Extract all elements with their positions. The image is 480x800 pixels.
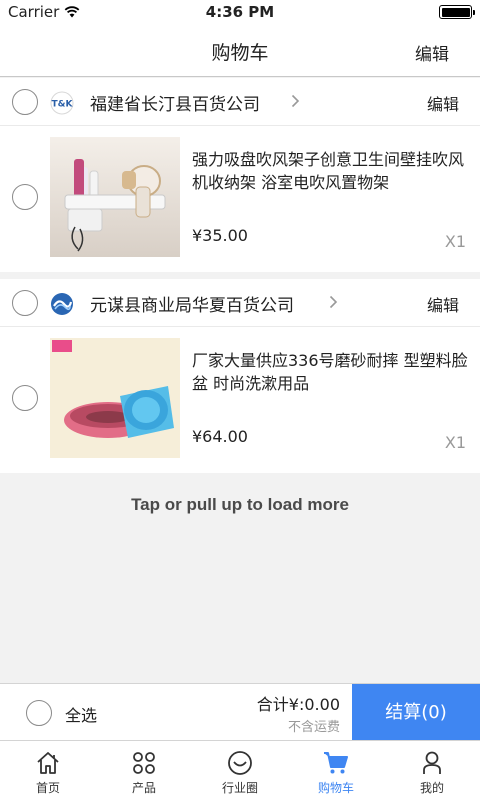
shop-name[interactable]: 福建省长汀县百货公司 xyxy=(90,90,260,115)
shop-header: T&K 福建省长汀县百货公司 编辑 xyxy=(0,78,480,126)
chevron-right-icon[interactable] xyxy=(329,295,338,309)
tab-cart[interactable]: 购物车 xyxy=(288,741,384,800)
load-more-button[interactable]: Tap or pull up to load more xyxy=(0,495,480,515)
shop-card: T&K 福建省长汀县百货公司 编辑 强力吸盘吹风架子创意卫生间壁挂吹风机收纳架 … xyxy=(0,78,480,272)
shop-card: 元谋县商业局华夏百货公司 编辑 厂家大量供应336号磨砂耐摔 型塑料脸盆 时尚洗… xyxy=(0,279,480,473)
tab-label: 产品 xyxy=(131,781,156,795)
checkout-bar: 全选 合计¥:0.00 不含运费 结算(0) xyxy=(0,683,480,741)
shop-select-radio[interactable] xyxy=(12,290,38,316)
item-select-radio[interactable] xyxy=(12,184,38,210)
tab-label: 行业圈 xyxy=(221,781,258,795)
select-all-radio[interactable] xyxy=(26,700,52,726)
chevron-right-icon[interactable] xyxy=(291,94,300,108)
status-time: 4:36 PM xyxy=(205,3,275,21)
tab-label: 购物车 xyxy=(317,781,354,795)
svg-text:T&K: T&K xyxy=(52,100,74,110)
tab-profile[interactable]: 我的 xyxy=(384,741,480,800)
product-quantity: X1 xyxy=(444,232,466,251)
status-bar: Carrier 4:36 PM xyxy=(0,0,480,24)
product-title[interactable]: 强力吸盘吹风架子创意卫生间壁挂吹风机收纳架 浴室电吹风置物架 xyxy=(192,148,472,194)
product-image-plastic-basin[interactable] xyxy=(50,338,180,458)
products-icon xyxy=(133,752,155,774)
checkout-button[interactable]: 结算(0) xyxy=(352,684,480,741)
tab-home[interactable]: 首页 xyxy=(0,741,96,800)
edit-cart-button[interactable]: 编辑 xyxy=(415,40,449,65)
battery-icon xyxy=(439,5,475,19)
nav-bar: 购物车 编辑 xyxy=(0,24,480,77)
shipping-note: 不含运费 xyxy=(287,720,340,735)
cart-item: 厂家大量供应336号磨砂耐摔 型塑料脸盆 时尚洗漱用品 ¥64.00 X1 xyxy=(0,327,480,473)
shop-edit-button[interactable]: 编辑 xyxy=(427,292,459,316)
tab-label: 我的 xyxy=(419,781,444,795)
page-title: 购物车 xyxy=(211,42,269,64)
tab-products[interactable]: 产品 xyxy=(96,741,192,800)
user-icon xyxy=(423,751,441,774)
total-price: 合计¥:0.00 xyxy=(256,695,340,714)
shop-logo-tk-icon: T&K xyxy=(50,91,74,115)
tab-bar: 首页 产品 行业圈 购物车 我的 xyxy=(0,740,480,800)
shop-edit-button[interactable]: 编辑 xyxy=(427,91,459,115)
item-select-radio[interactable] xyxy=(12,385,38,411)
shop-select-radio[interactable] xyxy=(12,89,38,115)
home-icon xyxy=(37,752,59,774)
shop-logo-wave-icon xyxy=(51,293,73,315)
tab-label: 首页 xyxy=(35,781,60,795)
product-image-hair-dryer-holder[interactable] xyxy=(50,137,180,257)
shop-name[interactable]: 元谋县商业局华夏百货公司 xyxy=(90,291,294,316)
product-price: ¥35.00 xyxy=(192,226,248,245)
product-price: ¥64.00 xyxy=(192,427,248,446)
select-all-label[interactable]: 全选 xyxy=(65,702,97,726)
product-quantity: X1 xyxy=(444,433,466,452)
tab-industry-circle[interactable]: 行业圈 xyxy=(192,741,288,800)
cart-item: 强力吸盘吹风架子创意卫生间壁挂吹风机收纳架 浴室电吹风置物架 ¥35.00 X1 xyxy=(0,126,480,272)
shop-header: 元谋县商业局华夏百货公司 编辑 xyxy=(0,279,480,327)
cart-icon xyxy=(324,752,348,774)
product-title[interactable]: 厂家大量供应336号磨砂耐摔 型塑料脸盆 时尚洗漱用品 xyxy=(192,349,472,395)
smile-icon xyxy=(228,751,252,775)
